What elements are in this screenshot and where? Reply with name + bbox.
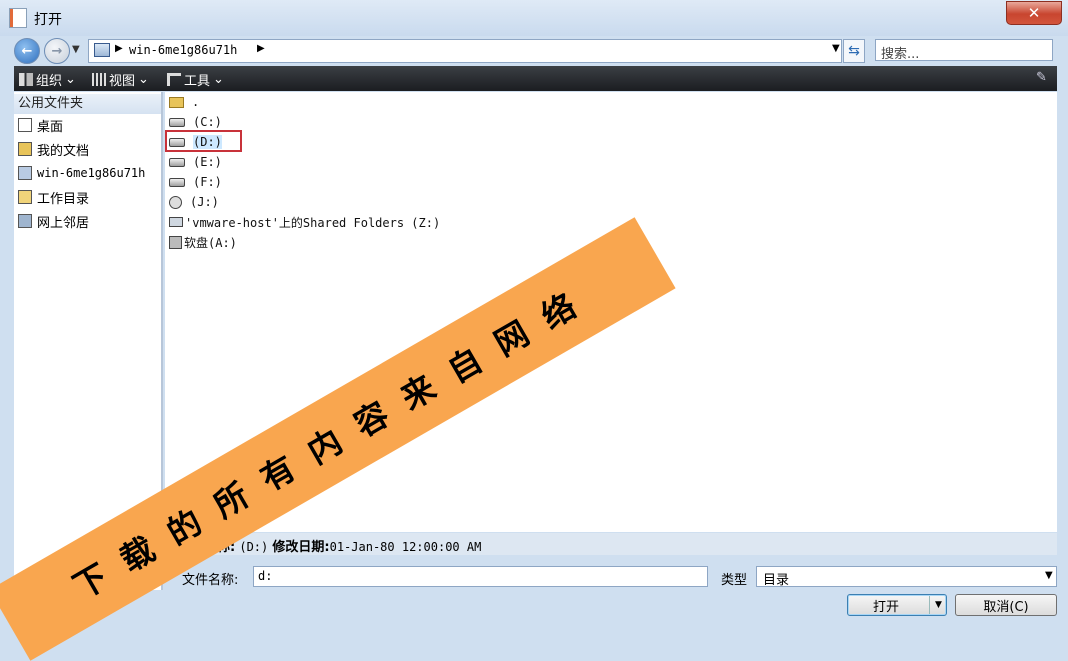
list-item[interactable]: . [169,92,199,112]
address-dropdown-icon[interactable]: ▼ [832,43,840,54]
search-input[interactable]: 搜索... [875,39,1053,62]
chevron-down-icon: ⌄ [65,72,76,87]
details-pane: 文件名称: (D:) 修改日期:01-Jan-80 12:00:00 AM [165,533,1057,555]
filename-input[interactable]: d: [253,566,708,587]
tools-label: 工具 [184,74,211,89]
list-item[interactable]: (J:) [169,192,219,212]
organize-icon [19,73,33,86]
tools-icon [167,73,181,86]
file-name: (J:) [190,195,219,209]
tools-menu[interactable]: 工具 ⌄ [167,70,224,89]
desktop-icon [18,118,32,132]
documents-icon [18,142,32,156]
folder-icon [169,96,184,108]
window-title: 打开 [34,12,62,28]
arrow-left-icon: ← [21,43,33,59]
file-name: 'vmware-host'上的Shared Folders (Z:) [185,215,441,230]
computer-icon [94,43,110,57]
sidebar-item-label: 桌面 [37,119,64,135]
chevron-down-icon: ⌄ [213,72,224,87]
list-item[interactable]: 'vmware-host'上的Shared Folders (Z:) [169,212,440,232]
breadcrumb-arrow-icon[interactable]: ▶ [257,43,265,54]
file-name: . [192,95,200,109]
file-name: (C:) [193,115,222,129]
file-name: (F:) [193,175,222,189]
organize-label: 组织 [36,74,63,89]
floppy-icon [169,235,182,249]
selection-highlight-box [165,130,242,152]
sidebar-item-workdir[interactable]: 工作目录 [18,186,89,208]
sidebar-item-label: 工作目录 [37,191,90,207]
close-button[interactable]: ✕ [1006,1,1062,25]
details-date-label: 修改日期: [272,540,330,555]
list-item[interactable]: (F:) [169,172,222,192]
view-menu[interactable]: 视图 ⌄ [92,70,149,89]
address-bar[interactable]: ▶ win-6me1g86u71h ▶ ▼ [88,39,842,63]
toolbar: 组织 ⌄ 视图 ⌄ 工具 ⌄ ✎ [14,66,1057,91]
view-icon [92,73,106,86]
details-date-value: 01-Jan-80 12:00:00 AM [329,540,482,554]
file-name: 软盘(A:) [184,235,237,250]
chevron-down-icon[interactable]: ▼ [1045,570,1053,581]
network-icon [18,214,32,228]
view-label: 视图 [109,74,136,89]
cancel-button[interactable]: 取消(C) [955,594,1057,616]
drive-icon [169,177,185,187]
computer-icon [18,166,32,180]
type-label: 类型 [721,573,748,588]
favorites-header: 公用文件夹 [14,94,161,114]
filename-label: 文件名称: [182,573,239,588]
title-bar: 打开 ✕ [0,0,1068,36]
drive-icon [169,157,185,167]
organize-menu[interactable]: 组织 ⌄ [19,70,76,89]
app-icon [9,8,27,28]
sidebar-item-network[interactable]: 网上邻居 [18,210,89,232]
open-dropdown-icon[interactable]: ▼ [929,596,947,614]
cd-drive-icon [169,195,182,209]
help-icon[interactable]: ✎ [1036,70,1047,85]
sidebar-item-label: win-6me1g86u71h [37,166,146,180]
file-name: (E:) [193,155,222,169]
network-drive-icon [169,217,183,227]
refresh-button[interactable]: ⇆ [843,39,865,63]
list-item[interactable]: (E:) [169,152,222,172]
breadcrumb-arrow-icon[interactable]: ▶ [115,43,123,54]
forward-button[interactable]: → [44,38,70,64]
sidebar-item-label: 我的文档 [37,143,90,159]
refresh-icon: ⇆ [848,43,860,59]
open-label: 打开 [872,599,899,615]
details-name-value: (D:) [239,540,269,554]
chevron-down-icon: ⌄ [138,72,149,87]
folder-icon [18,190,32,204]
sidebar-item-documents[interactable]: 我的文档 [18,138,89,160]
sidebar-item-desktop[interactable]: 桌面 [18,114,63,136]
list-item[interactable]: 软盘(A:) [169,232,237,252]
list-item[interactable]: (C:) [169,112,222,132]
drive-icon [169,117,185,127]
sidebar-item-computer[interactable]: win-6me1g86u71h [18,162,145,184]
address-path[interactable]: win-6me1g86u71h [129,43,237,57]
arrow-right-icon: → [51,43,63,59]
history-dropdown-icon[interactable]: ▼ [72,44,80,55]
sidebar-item-label: 网上邻居 [37,215,90,231]
back-button[interactable]: ← [14,38,40,64]
type-select[interactable]: 目录 [756,566,1057,588]
